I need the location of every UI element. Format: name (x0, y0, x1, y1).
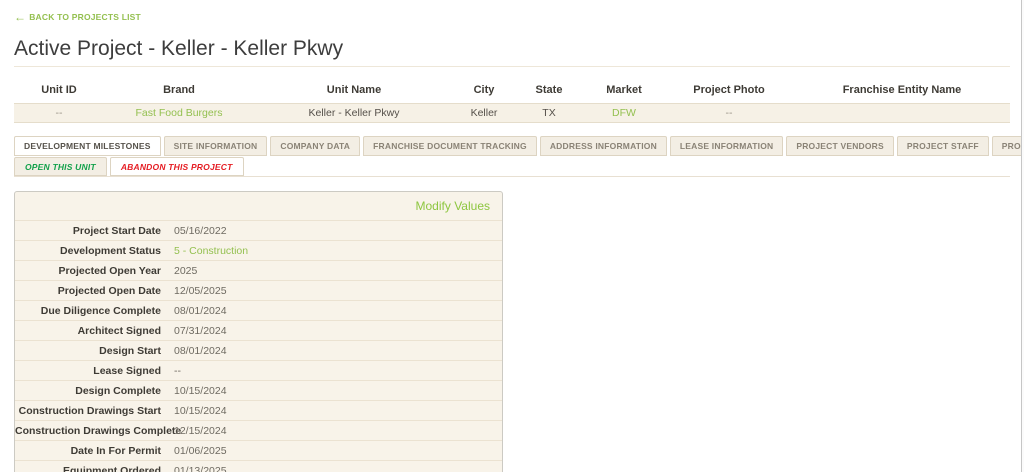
column-header-unit-name: Unit Name (254, 84, 454, 96)
tab-development-milestones[interactable]: DEVELOPMENT MILESTONES (14, 136, 161, 156)
milestone-value: 08/01/2024 (174, 305, 227, 317)
milestone-label: Project Start Date (15, 225, 161, 237)
development-milestones-panel: Modify Values Project Start Date 05/16/2… (14, 191, 503, 472)
project-photo-value: -- (664, 107, 794, 119)
tab-lease-information[interactable]: LEASE INFORMATION (670, 136, 783, 156)
milestone-label: Projected Open Date (15, 285, 161, 297)
milestone-value: 10/15/2024 (174, 405, 227, 417)
milestone-label: Design Complete (15, 385, 161, 397)
unit-id-value: -- (14, 107, 104, 119)
milestone-row: Development Status 5 - Construction (15, 240, 502, 260)
tab-address-information[interactable]: ADDRESS INFORMATION (540, 136, 667, 156)
column-header-unit-id: Unit ID (14, 84, 104, 96)
tab-project-staff[interactable]: PROJECT STAFF (897, 136, 989, 156)
milestone-row: Projected Open Year 2025 (15, 260, 502, 280)
unit-table-row: -- Fast Food Burgers Keller - Keller Pkw… (14, 103, 1010, 123)
milestone-value: 08/01/2024 (174, 345, 227, 357)
back-arrow-icon: ← (14, 12, 26, 22)
milestone-row: Date In For Permit 01/06/2025 (15, 440, 502, 460)
tab-project-contacts[interactable]: PROJECT CONTACTS (992, 136, 1024, 156)
milestone-value: 2025 (174, 265, 197, 277)
milestone-label: Projected Open Year (15, 265, 161, 277)
tab-site-information[interactable]: SITE INFORMATION (164, 136, 268, 156)
unit-summary-table: Unit ID Brand Unit Name City State Marke… (14, 67, 1010, 123)
column-header-project-photo: Project Photo (664, 84, 794, 96)
action-buttons-row: OPEN THIS UNIT ABANDON THIS PROJECT (14, 157, 1010, 176)
column-header-market: Market (584, 84, 664, 96)
milestone-label: Equipment Ordered (15, 465, 161, 472)
unit-name-value: Keller - Keller Pkwy (254, 107, 454, 119)
panel-header: Modify Values (15, 192, 502, 220)
milestone-label: Architect Signed (15, 325, 161, 337)
milestone-value: 12/05/2025 (174, 285, 227, 297)
milestone-value: 01/06/2025 (174, 445, 227, 457)
page: ← BACK TO PROJECTS LIST Active Project -… (0, 0, 1024, 472)
milestone-label: Design Start (15, 345, 161, 357)
column-header-city: City (454, 84, 514, 96)
column-header-franchise-entity-name: Franchise Entity Name (794, 84, 1010, 96)
tab-bar: DEVELOPMENT MILESTONES SITE INFORMATION … (14, 136, 1010, 177)
milestone-value: 12/15/2024 (174, 425, 227, 437)
milestone-label: Construction Drawings Start (15, 405, 161, 417)
milestone-label: Lease Signed (15, 365, 161, 377)
milestone-value: 05/16/2022 (174, 225, 227, 237)
column-header-state: State (514, 84, 584, 96)
milestone-row: Projected Open Date 12/05/2025 (15, 280, 502, 300)
back-link-label: BACK TO PROJECTS LIST (29, 12, 141, 22)
brand-link[interactable]: Fast Food Burgers (104, 107, 254, 119)
milestone-row: Construction Drawings Start 10/15/2024 (15, 400, 502, 420)
milestone-row: Construction Drawings Complete 12/15/202… (15, 420, 502, 440)
milestone-value: 07/31/2024 (174, 325, 227, 337)
open-this-unit-button[interactable]: OPEN THIS UNIT (14, 157, 107, 176)
milestone-label: Construction Drawings Complete (15, 425, 161, 437)
tab-project-vendors[interactable]: PROJECT VENDORS (786, 136, 894, 156)
abandon-this-project-button[interactable]: ABANDON THIS PROJECT (110, 157, 244, 176)
milestone-label: Due Diligence Complete (15, 305, 161, 317)
column-header-brand: Brand (104, 84, 254, 96)
milestone-row: Architect Signed 07/31/2024 (15, 320, 502, 340)
milestone-row: Design Start 08/01/2024 (15, 340, 502, 360)
milestone-row: Lease Signed -- (15, 360, 502, 380)
back-to-projects-link[interactable]: ← BACK TO PROJECTS LIST (14, 12, 141, 23)
milestone-value: 01/13/2025 (174, 465, 227, 472)
page-title: Active Project - Keller - Keller Pkwy (14, 37, 1010, 61)
tabs-row: DEVELOPMENT MILESTONES SITE INFORMATION … (14, 136, 1010, 157)
milestone-row: Equipment Ordered 01/13/2025 (15, 460, 502, 472)
milestone-row: Project Start Date 05/16/2022 (15, 220, 502, 240)
tab-company-data[interactable]: COMPANY DATA (270, 136, 360, 156)
milestone-value: -- (174, 365, 181, 377)
milestone-row: Design Complete 10/15/2024 (15, 380, 502, 400)
development-status-link[interactable]: 5 - Construction (174, 245, 248, 257)
milestone-label: Development Status (15, 245, 161, 257)
page-header: ← BACK TO PROJECTS LIST Active Project -… (14, 0, 1010, 67)
city-value: Keller (454, 107, 514, 119)
milestone-value: 10/15/2024 (174, 385, 227, 397)
milestone-row: Due Diligence Complete 08/01/2024 (15, 300, 502, 320)
unit-table-header-row: Unit ID Brand Unit Name City State Marke… (14, 67, 1010, 103)
tab-franchise-document-tracking[interactable]: FRANCHISE DOCUMENT TRACKING (363, 136, 537, 156)
state-value: TX (514, 107, 584, 119)
milestone-label: Date In For Permit (15, 445, 161, 457)
market-link[interactable]: DFW (584, 107, 664, 119)
modify-values-link[interactable]: Modify Values (416, 199, 490, 213)
